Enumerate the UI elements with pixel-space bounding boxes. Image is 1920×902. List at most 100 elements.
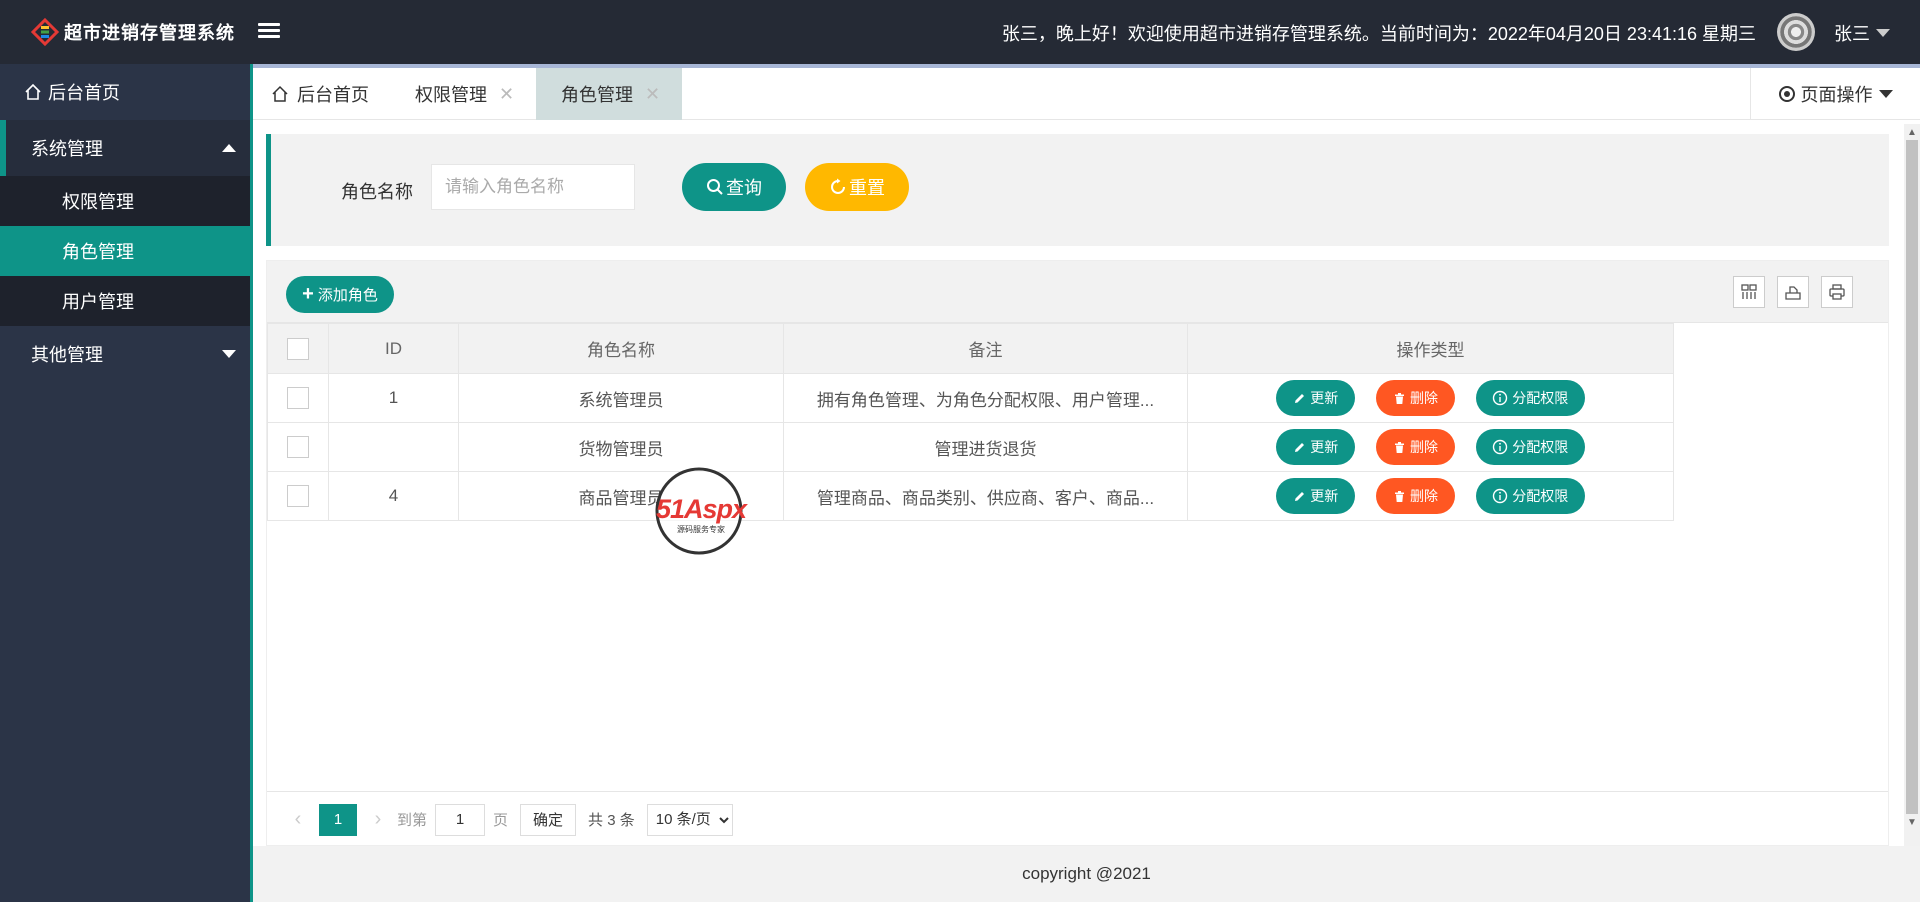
cell-role-name: 商品管理员 xyxy=(458,471,784,521)
select-all-checkbox[interactable] xyxy=(287,337,309,360)
logo-icon xyxy=(30,17,60,47)
edit-icon xyxy=(1295,393,1305,403)
query-button-label: 查询 xyxy=(726,178,762,198)
delete-button[interactable]: 删除 xyxy=(1376,429,1455,465)
sidebar-item-user[interactable]: 用户管理 xyxy=(0,276,250,326)
table-toolbar: + 添加角色 xyxy=(267,261,1888,323)
refresh-icon xyxy=(831,178,845,194)
app-logo[interactable]: 超市进销存管理系统 xyxy=(30,17,235,47)
sidebar-item-label: 后台首页 xyxy=(48,83,120,103)
delete-button[interactable]: 删除 xyxy=(1376,478,1455,514)
table-header-row: ID 角色名称 备注 操作类型 xyxy=(267,323,1674,374)
user-menu[interactable]: 张三 xyxy=(1834,20,1890,46)
page-size-select[interactable]: 10 条/页 xyxy=(646,803,733,836)
query-button[interactable]: 查询 xyxy=(682,163,786,211)
tab-role[interactable]: 角色管理 ✕ xyxy=(536,68,682,120)
sidebar-item-label: 用户管理 xyxy=(62,292,134,312)
chevron-down-icon xyxy=(222,350,236,358)
home-icon xyxy=(272,85,288,102)
sidebar-group-other[interactable]: 其他管理 xyxy=(0,326,250,382)
columns-filter-icon[interactable] xyxy=(1733,276,1765,308)
sidebar-item-role[interactable]: 角色管理 xyxy=(0,226,250,276)
assign-label: 分配权限 xyxy=(1512,390,1569,406)
row-checkbox[interactable] xyxy=(287,436,309,458)
user-name: 张三 xyxy=(1834,24,1870,44)
page-ops-menu[interactable]: 页面操作 xyxy=(1750,68,1920,120)
table-panel: + 添加角色 ID 角色名称 备注 操作类型 1 系统管理员 拥有角色管理、为角… xyxy=(266,260,1889,846)
tab-permission[interactable]: 权限管理 ✕ xyxy=(415,68,534,120)
tab-bar: 后台首页 权限管理 ✕ 角色管理 ✕ 页面操作 xyxy=(253,68,1920,120)
tab-home[interactable]: 后台首页 xyxy=(271,68,385,120)
update-label: 更新 xyxy=(1310,488,1339,504)
top-header: 超市进销存管理系统 张三，晚上好！欢迎使用超市进销存管理系统。当前时间为：202… xyxy=(0,0,1920,64)
sidebar-group-system[interactable]: 系统管理 xyxy=(0,120,250,176)
reset-button-label: 重置 xyxy=(849,178,885,198)
tab-label: 权限管理 xyxy=(415,85,487,105)
goto-suffix: 页 xyxy=(493,812,509,829)
cell-remark: 管理商品、商品类别、供应商、客户、商品... xyxy=(783,471,1188,521)
trash-icon xyxy=(1395,392,1404,404)
column-header-remark[interactable]: 备注 xyxy=(783,323,1188,374)
scroll-up-icon[interactable]: ▲ xyxy=(1904,124,1920,140)
update-button[interactable]: 更新 xyxy=(1276,380,1356,416)
greeting-text: 张三，晚上好！欢迎使用超市进销存管理系统。当前时间为：2022年04月20日 2… xyxy=(1001,24,1756,44)
row-checkbox-cell xyxy=(267,471,329,521)
delete-button[interactable]: 删除 xyxy=(1376,380,1455,416)
assign-permission-button[interactable]: 分配权限 xyxy=(1475,478,1585,514)
avatar[interactable] xyxy=(1777,13,1815,51)
assign-permission-button[interactable]: 分配权限 xyxy=(1475,429,1585,465)
info-icon xyxy=(1493,488,1508,504)
update-button[interactable]: 更新 xyxy=(1276,478,1356,514)
vertical-scrollbar[interactable]: ▲ ▼ xyxy=(1904,124,1920,846)
table-row: 4 商品管理员 管理商品、商品类别、供应商、客户、商品... 更新 删除 分配权… xyxy=(267,471,1674,521)
tab-label: 角色管理 xyxy=(561,85,633,105)
plus-icon: + xyxy=(302,283,314,305)
assign-label: 分配权限 xyxy=(1512,488,1569,504)
search-icon xyxy=(707,179,723,195)
cell-role-name: 货物管理员 xyxy=(458,422,784,472)
assign-permission-button[interactable]: 分配权限 xyxy=(1475,380,1585,416)
sidebar-item-home[interactable]: 后台首页 xyxy=(0,64,250,120)
menu-toggle-icon[interactable] xyxy=(258,20,280,42)
print-icon[interactable] xyxy=(1821,276,1853,308)
sidebar-item-label: 角色管理 xyxy=(62,242,134,262)
export-icon[interactable] xyxy=(1777,276,1809,308)
prev-page-icon[interactable]: ‹ xyxy=(285,808,311,831)
goto-confirm-button[interactable]: 确定 xyxy=(520,803,577,836)
cell-id: 1 xyxy=(328,373,459,423)
cell-operations: 更新 删除 分配权限 xyxy=(1187,471,1674,521)
row-checkbox[interactable] xyxy=(287,387,309,409)
search-panel: 角色名称 查询 重置 xyxy=(266,134,1889,246)
scroll-thumb[interactable] xyxy=(1906,140,1918,814)
trash-icon xyxy=(1395,490,1404,502)
sidebar-item-permission[interactable]: 权限管理 xyxy=(0,176,250,226)
reset-button[interactable]: 重置 xyxy=(805,163,909,211)
update-button[interactable]: 更新 xyxy=(1276,429,1356,465)
goto-prefix: 到第 xyxy=(397,812,428,829)
column-header-id[interactable]: ID xyxy=(328,323,459,374)
cell-id: 4 xyxy=(328,471,459,521)
sidebar-group-label: 系统管理 xyxy=(31,139,103,159)
close-icon[interactable]: ✕ xyxy=(645,84,660,105)
row-checkbox-cell xyxy=(267,422,329,472)
page-number-current[interactable]: 1 xyxy=(319,803,357,836)
page-ops-label: 页面操作 xyxy=(1800,85,1873,105)
header-checkbox-cell xyxy=(267,323,329,374)
cell-remark: 拥有角色管理、为角色分配权限、用户管理... xyxy=(783,373,1188,423)
column-header-operations[interactable]: 操作类型 xyxy=(1187,323,1674,374)
next-page-icon[interactable]: › xyxy=(365,808,391,831)
row-checkbox[interactable] xyxy=(287,485,309,507)
delete-label: 删除 xyxy=(1410,488,1438,504)
role-name-input[interactable] xyxy=(431,164,635,210)
delete-label: 删除 xyxy=(1410,390,1438,406)
close-icon[interactable]: ✕ xyxy=(499,84,514,105)
sidebar: 后台首页 系统管理 权限管理 角色管理 用户管理 其他管理 xyxy=(0,64,250,902)
edit-icon xyxy=(1295,491,1305,501)
column-header-role-name[interactable]: 角色名称 xyxy=(458,323,784,374)
pagination: ‹ 1 › 到第 页 确定 共 3 条 10 条/页 xyxy=(267,791,1888,847)
scroll-down-icon[interactable]: ▼ xyxy=(1904,814,1920,830)
add-role-button[interactable]: + 添加角色 xyxy=(286,276,394,313)
update-label: 更新 xyxy=(1310,390,1339,406)
role-name-label: 角色名称 xyxy=(341,182,413,202)
goto-page-input[interactable] xyxy=(435,803,486,836)
